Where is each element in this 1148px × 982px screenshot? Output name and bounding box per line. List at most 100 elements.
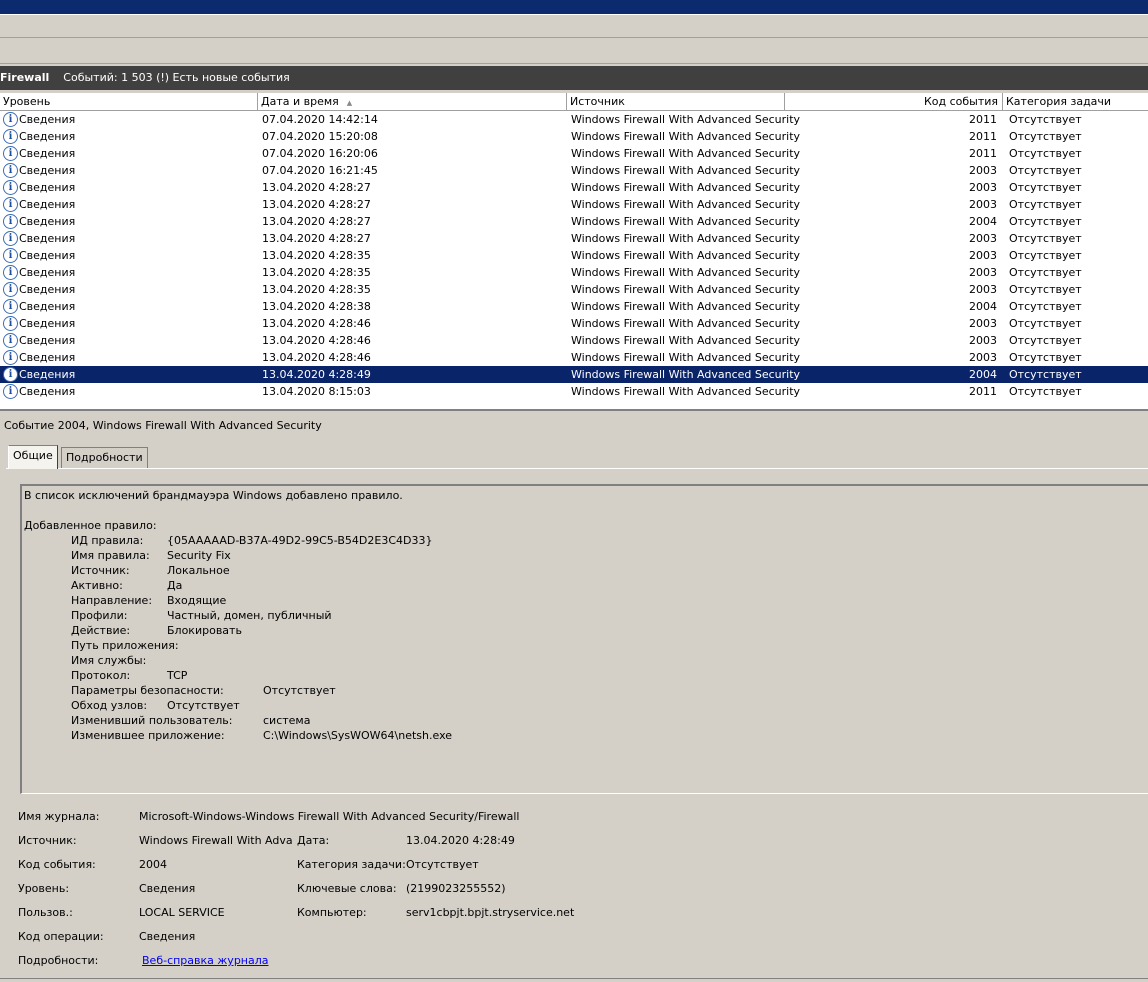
column-header-source[interactable]: Источник xyxy=(567,93,785,110)
table-row[interactable]: i Сведения 07.04.2020 14:42:14 Windows Fire… xyxy=(0,111,1148,128)
table-row[interactable]: i Сведения 13.04.2020 4:28:35 Windows Firew… xyxy=(0,264,1148,281)
table-row[interactable]: i Сведения 13.04.2020 4:28:27 Windows Firew… xyxy=(0,196,1148,213)
details-label: Подробности: xyxy=(18,954,99,967)
table-row[interactable]: i Сведения 07.04.2020 16:20:06 Windows Fire… xyxy=(0,145,1148,162)
rule-field-value: Отсутствует xyxy=(263,684,336,697)
table-row[interactable]: i Сведения 13.04.2020 4:28:35 Windows Firew… xyxy=(0,281,1148,298)
category-cell: Отсутствует xyxy=(1009,385,1082,398)
table-row[interactable]: i Сведения 13.04.2020 4:28:46 Windows Firew… xyxy=(0,332,1148,349)
table-row[interactable]: i Сведения 13.04.2020 4:28:27 Windows Firew… xyxy=(0,179,1148,196)
code-cell: 2011 xyxy=(969,113,997,126)
rule-field-label: Активно: xyxy=(71,579,123,592)
info-icon: i xyxy=(3,316,18,331)
source-cell: Windows Firewall With Advanced Security xyxy=(571,368,801,381)
rule-field-label: Действие: xyxy=(71,624,131,637)
source-value: Windows Firewall With Adva xyxy=(139,834,293,847)
code-cell: 2003 xyxy=(969,181,997,194)
info-icon: i xyxy=(3,265,18,280)
rule-field-value: Да xyxy=(167,579,183,592)
event-description[interactable]: В список исключений брандмауэра Windows … xyxy=(20,484,1148,794)
rule-field-value: TCP xyxy=(167,669,188,682)
info-icon: i xyxy=(3,299,18,314)
date-cell: 13.04.2020 4:28:38 xyxy=(262,300,371,313)
category-cell: Отсутствует xyxy=(1009,198,1082,211)
source-label: Источник: xyxy=(18,834,77,847)
source-cell: Windows Firewall With Advanced Security xyxy=(571,147,801,160)
date-cell: 07.04.2020 14:42:14 xyxy=(262,113,378,126)
column-header-code[interactable]: Код события xyxy=(785,93,1003,110)
event-title: Событие 2004, Windows Firewall With Adva… xyxy=(4,419,322,432)
rule-field-label: Параметры безопасности: xyxy=(71,684,224,697)
table-row[interactable]: i Сведения 13.04.2020 4:28:27 Windows Firew… xyxy=(0,230,1148,247)
log-header: Firewall Событий: 1 503 (!) Есть новые со… xyxy=(0,66,1148,90)
date-cell: 13.04.2020 4:28:46 xyxy=(262,334,371,347)
category-cell: Отсутствует xyxy=(1009,317,1082,330)
table-row[interactable]: i Сведения 13.04.2020 4:28:46 Windows Firew… xyxy=(0,315,1148,332)
source-cell: Windows Firewall With Advanced Security xyxy=(571,283,801,296)
level-cell: Сведения xyxy=(19,368,76,381)
level-cell: Сведения xyxy=(19,351,76,364)
column-header-level[interactable]: Уровень xyxy=(0,93,258,110)
date-label: Дата: xyxy=(297,834,330,847)
event-code-label: Код события: xyxy=(18,858,96,871)
source-cell: Windows Firewall With Advanced Security xyxy=(571,334,801,347)
info-icon: i xyxy=(3,146,18,161)
info-icon: i xyxy=(3,350,18,365)
table-row[interactable]: i Сведения 13.04.2020 8:15:03 Windows Firew… xyxy=(0,383,1148,400)
keywords-label: Ключевые слова: xyxy=(297,882,397,895)
source-cell: Windows Firewall With Advanced Security xyxy=(571,300,801,313)
code-cell: 2003 xyxy=(969,232,997,245)
rule-field-label: Имя службы: xyxy=(71,654,147,667)
date-cell: 13.04.2020 8:15:03 xyxy=(262,385,371,398)
category-cell: Отсутствует xyxy=(1009,368,1082,381)
date-cell: 13.04.2020 4:28:46 xyxy=(262,317,371,330)
table-row[interactable]: i Сведения 07.04.2020 16:21:45 Windows Fire… xyxy=(0,162,1148,179)
splitter[interactable] xyxy=(0,413,1148,416)
rule-field-label: Источник: xyxy=(71,564,130,577)
column-header-category[interactable]: Категория задачи xyxy=(1003,93,1148,110)
source-cell: Windows Firewall With Advanced Security xyxy=(571,130,801,143)
table-row[interactable]: i Сведения 07.04.2020 15:20:08 Windows Fire… xyxy=(0,128,1148,145)
info-icon: i xyxy=(3,197,18,212)
rule-field-label: ИД правила: xyxy=(71,534,144,547)
date-cell: 13.04.2020 4:28:27 xyxy=(262,181,371,194)
event-code-value: 2004 xyxy=(139,858,167,871)
source-cell: Windows Firewall With Advanced Security xyxy=(571,113,801,126)
rule-field-value: система xyxy=(263,714,311,727)
task-category-value: Отсутствует xyxy=(406,858,479,871)
table-row[interactable]: i Сведения 13.04.2020 4:28:27 Windows Firew… xyxy=(0,213,1148,230)
date-cell: 13.04.2020 4:28:27 xyxy=(262,198,371,211)
category-cell: Отсутствует xyxy=(1009,300,1082,313)
info-icon: i xyxy=(3,129,18,144)
computer-label: Компьютер: xyxy=(297,906,367,919)
category-cell: Отсутствует xyxy=(1009,113,1082,126)
code-cell: 2003 xyxy=(969,198,997,211)
code-cell: 2003 xyxy=(969,334,997,347)
column-header-date[interactable]: Дата и время ▲ xyxy=(258,93,567,110)
rule-field-label: Обход узлов: xyxy=(71,699,148,712)
rule-field-value: Блокировать xyxy=(167,624,242,637)
user-value: LOCAL SERVICE xyxy=(139,906,225,919)
table-row[interactable]: i Сведения 13.04.2020 4:28:49 Windows Firew… xyxy=(0,366,1148,383)
rule-field-label: Путь приложения: xyxy=(71,639,179,652)
tab-details[interactable]: Подробности xyxy=(61,447,148,469)
info-icon: i xyxy=(3,163,18,178)
date-cell: 07.04.2020 16:21:45 xyxy=(262,164,378,177)
level-cell: Сведения xyxy=(19,113,76,126)
help-link[interactable]: Веб-справка журнала xyxy=(142,954,269,967)
code-cell: 2011 xyxy=(969,147,997,160)
code-cell: 2003 xyxy=(969,283,997,296)
level-cell: Сведения xyxy=(19,334,76,347)
events-table: Уровень Дата и время ▲ Источник Код событ… xyxy=(0,93,1148,411)
source-cell: Windows Firewall With Advanced Security xyxy=(571,249,801,262)
level-cell: Сведения xyxy=(19,164,76,177)
table-row[interactable]: i Сведения 13.04.2020 4:28:46 Windows Firew… xyxy=(0,349,1148,366)
rule-field-label: Протокол: xyxy=(71,669,131,682)
tab-general[interactable]: Общие xyxy=(8,445,58,469)
code-cell: 2011 xyxy=(969,385,997,398)
keywords-value: (2199023255552) xyxy=(406,882,506,895)
table-row[interactable]: i Сведения 13.04.2020 4:28:38 Windows Firew… xyxy=(0,298,1148,315)
info-icon: i xyxy=(3,384,18,399)
table-row[interactable]: i Сведения 13.04.2020 4:28:35 Windows Firew… xyxy=(0,247,1148,264)
info-icon: i xyxy=(3,367,18,382)
